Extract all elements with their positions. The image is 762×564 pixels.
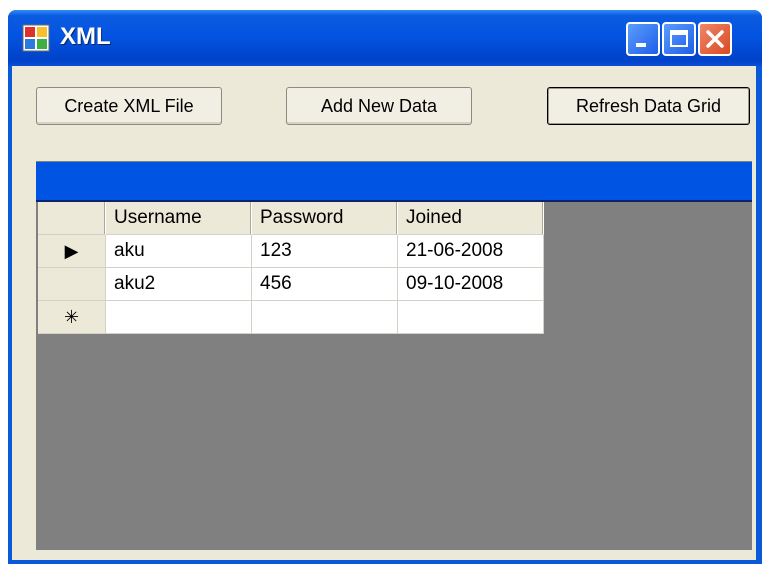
cell-joined[interactable]: 09-10-2008 (398, 268, 544, 301)
form-client-area: Create XML File Add New Data Refresh Dat… (12, 66, 756, 560)
table-row[interactable]: aku2 456 09-10-2008 (38, 268, 544, 301)
row-header-current[interactable]: ▶ (38, 235, 106, 268)
maximize-button[interactable] (662, 22, 696, 56)
new-row-asterisk-icon: ✳ (63, 307, 80, 327)
table-row[interactable]: ▶ aku 123 21-06-2008 (38, 235, 544, 268)
window-title: XML (60, 23, 111, 50)
cell-username[interactable]: aku2 (106, 268, 252, 301)
close-icon (706, 30, 724, 48)
new-row[interactable]: ✳ (38, 301, 544, 334)
column-header-username[interactable]: Username (106, 202, 252, 235)
cell-password[interactable] (252, 301, 398, 334)
minimize-button[interactable] (626, 22, 660, 56)
cell-username[interactable] (106, 301, 252, 334)
add-new-data-button[interactable]: Add New Data (286, 87, 472, 125)
column-header-password[interactable]: Password (252, 202, 398, 235)
row-header-new[interactable]: ✳ (38, 301, 106, 334)
corner-header-cell[interactable] (38, 202, 106, 235)
close-button[interactable] (698, 22, 732, 56)
row-header[interactable] (38, 268, 106, 301)
cell-username[interactable]: aku (106, 235, 252, 268)
column-header-joined[interactable]: Joined (398, 202, 544, 235)
maximize-icon (670, 30, 688, 47)
app-window: XML Create XML File Add New Data Refresh… (8, 10, 762, 564)
app-window-icon (22, 24, 50, 52)
cell-joined[interactable]: 21-06-2008 (398, 235, 544, 268)
create-xml-file-button[interactable]: Create XML File (36, 87, 222, 125)
title-bar[interactable]: XML (8, 10, 762, 66)
cell-password[interactable]: 456 (252, 268, 398, 301)
cell-password[interactable]: 123 (252, 235, 398, 268)
current-row-arrow-icon: ▶ (64, 241, 79, 261)
minimize-icon (636, 43, 646, 47)
data-grid-caption (36, 162, 752, 202)
cell-joined[interactable] (398, 301, 544, 334)
data-grid[interactable]: Username Password Joined ▶ aku 123 21-06… (36, 161, 752, 550)
header-row: Username Password Joined (38, 202, 544, 235)
refresh-data-grid-button[interactable]: Refresh Data Grid (547, 87, 750, 125)
